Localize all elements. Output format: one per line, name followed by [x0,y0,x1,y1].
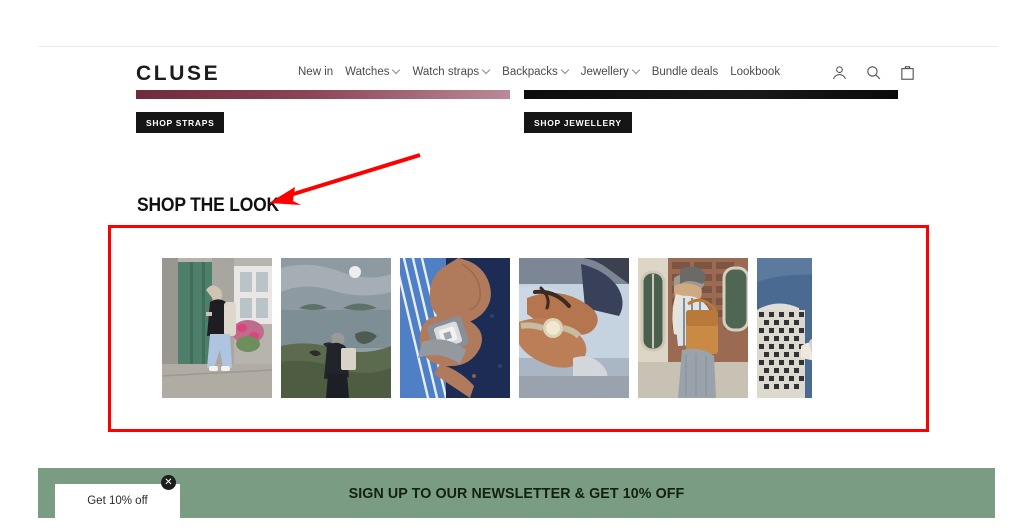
cart-icon[interactable] [899,64,916,81]
nav-label: Bundle deals [651,66,719,78]
shop-jewellery-button[interactable]: SHOP JEWELLERY [524,112,632,133]
list-item[interactable] [281,258,391,398]
nav-item-backpacks[interactable]: Backpacks [502,66,569,78]
page-root: CLUSE New in Watches Watch straps Backpa… [0,0,1024,532]
shop-straps-button[interactable]: SHOP STRAPS [136,112,225,133]
close-icon[interactable]: ✕ [161,475,176,490]
nav-label: Backpacks [502,66,558,78]
carousel-track [162,258,812,398]
nav-item-watch-straps[interactable]: Watch straps [412,66,490,78]
chevron-down-icon [633,67,640,74]
newsletter-bar: SIGN UP TO OUR NEWSLETTER & GET 10% OFF [38,468,995,518]
promo-banner-left [136,90,510,99]
brand-logo[interactable]: CLUSE [136,62,220,86]
list-item[interactable] [162,258,272,398]
chevron-down-icon [393,67,400,74]
promo-banner-right [524,90,898,99]
chevron-down-icon [562,67,569,74]
search-icon[interactable] [865,64,882,81]
promo-tab[interactable]: Get 10% off [55,484,180,518]
nav-label: Watches [345,66,390,78]
nav-item-jewellery[interactable]: Jewellery [581,66,640,78]
nav-label: New in [298,66,334,78]
nav-item-bundle-deals[interactable]: Bundle deals [652,66,719,78]
list-item[interactable] [638,258,748,398]
nav-label: Lookbook [730,66,781,78]
annotation-arrow [269,153,421,205]
shop-the-look-carousel [112,229,925,428]
nav-label: Jewellery [580,66,629,78]
nav-label: Watch straps [412,66,480,78]
list-item[interactable] [519,258,629,398]
header-icon-group [831,64,916,81]
chevron-down-icon [483,67,490,74]
nav-item-new-in[interactable]: New in [298,66,333,78]
newsletter-headline: SIGN UP TO OUR NEWSLETTER & GET 10% OFF [348,484,685,502]
main-navigation: New in Watches Watch straps Backpacks Je… [298,66,780,78]
list-item[interactable] [400,258,510,398]
nav-item-watches[interactable]: Watches [345,66,400,78]
list-item[interactable] [757,258,812,398]
nav-item-lookbook[interactable]: Lookbook [730,66,780,78]
header-divider [38,46,998,47]
account-icon[interactable] [831,64,848,81]
page-title: SHOP THE LOOK [137,195,280,216]
